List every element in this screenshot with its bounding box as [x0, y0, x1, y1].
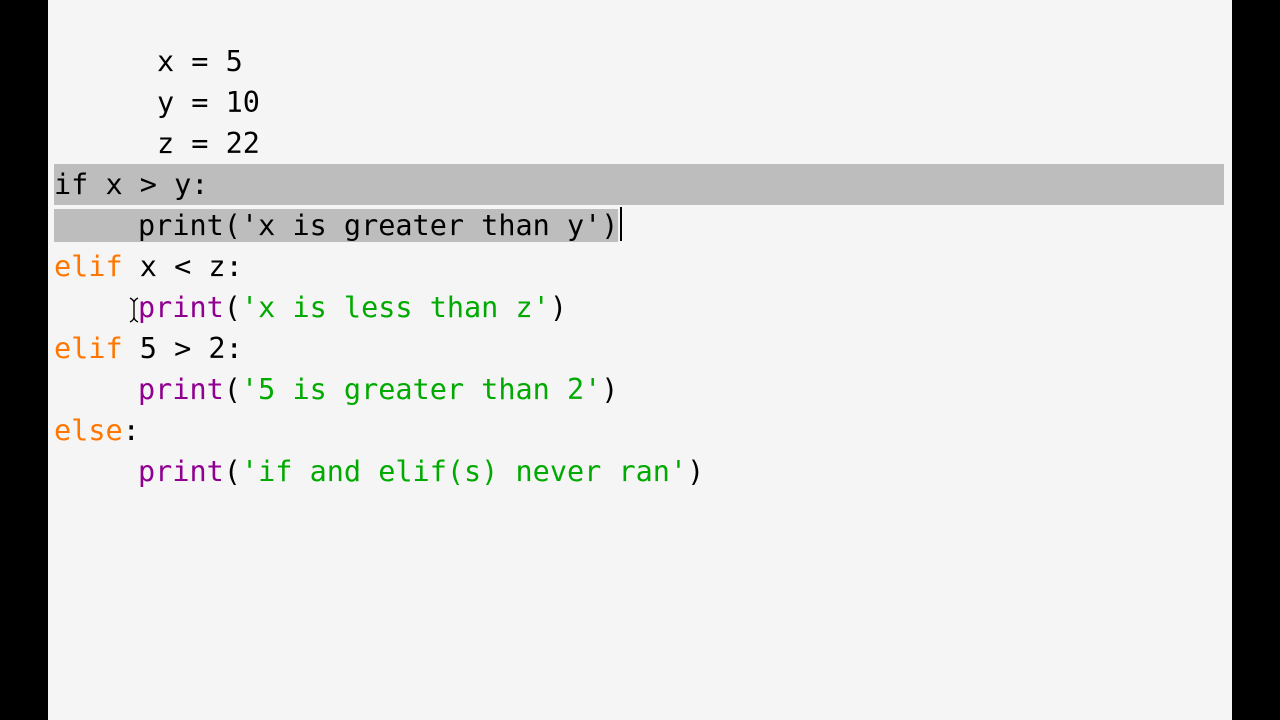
keyword: if — [54, 168, 89, 201]
code-line-1[interactable]: x = 5 — [54, 0, 1232, 78]
code-text: x > y: — [88, 168, 209, 201]
string-literal: 'if and elif(s) never ran' — [240, 455, 688, 488]
paren-close: ) — [601, 373, 619, 406]
paren-open: ( — [223, 291, 241, 324]
code-text: 5 > 2: — [122, 332, 243, 365]
selection-highlight: print('x is greater than y') — [54, 209, 619, 242]
code-editor[interactable]: x = 5 y = 10 z = 22 if x > y: print('x i… — [48, 0, 1232, 720]
string-literal: '5 is greater than 2' — [240, 373, 602, 406]
paren-close: ) — [549, 291, 567, 324]
code-line-4-empty[interactable] — [54, 123, 1232, 164]
code-text: x < z: — [122, 250, 243, 283]
code-line-11[interactable]: else: — [54, 410, 1232, 451]
code-line-12[interactable]: print('if and elif(s) never ran') — [54, 451, 1232, 492]
builtin-print: print — [138, 209, 224, 242]
string-literal: 'x is greater than y' — [240, 209, 602, 242]
builtin-print: print — [138, 291, 224, 324]
string-literal: 'x is less than z' — [240, 291, 550, 324]
builtin-print: print — [138, 373, 224, 406]
keyword: else — [54, 414, 123, 447]
keyword: elif — [54, 250, 123, 283]
code-line-8[interactable]: print('x is less than z') — [54, 287, 1232, 328]
code-line-10[interactable]: print('5 is greater than 2') — [54, 369, 1232, 410]
paren-open: ( — [223, 373, 241, 406]
paren-close: ) — [601, 209, 619, 242]
code-line-9[interactable]: elif 5 > 2: — [54, 328, 1232, 369]
paren-close: ) — [687, 455, 705, 488]
builtin-print: print — [138, 455, 224, 488]
code-line-6-selected[interactable]: print('x is greater than y') — [54, 205, 1232, 246]
paren-open: ( — [223, 455, 241, 488]
code-line-7[interactable]: elif x < z: — [54, 246, 1232, 287]
text-caret — [620, 207, 623, 241]
paren-open: ( — [223, 209, 241, 242]
code-line-2[interactable]: y = 10 — [54, 41, 1232, 119]
code-line-5-selected[interactable]: if x > y: — [54, 164, 1224, 205]
code-line-3[interactable]: z = 22 — [54, 82, 1232, 160]
keyword: elif — [54, 332, 123, 365]
code-area[interactable]: x = 5 y = 10 z = 22 if x > y: print('x i… — [54, 0, 1232, 492]
code-text: : — [122, 414, 140, 447]
